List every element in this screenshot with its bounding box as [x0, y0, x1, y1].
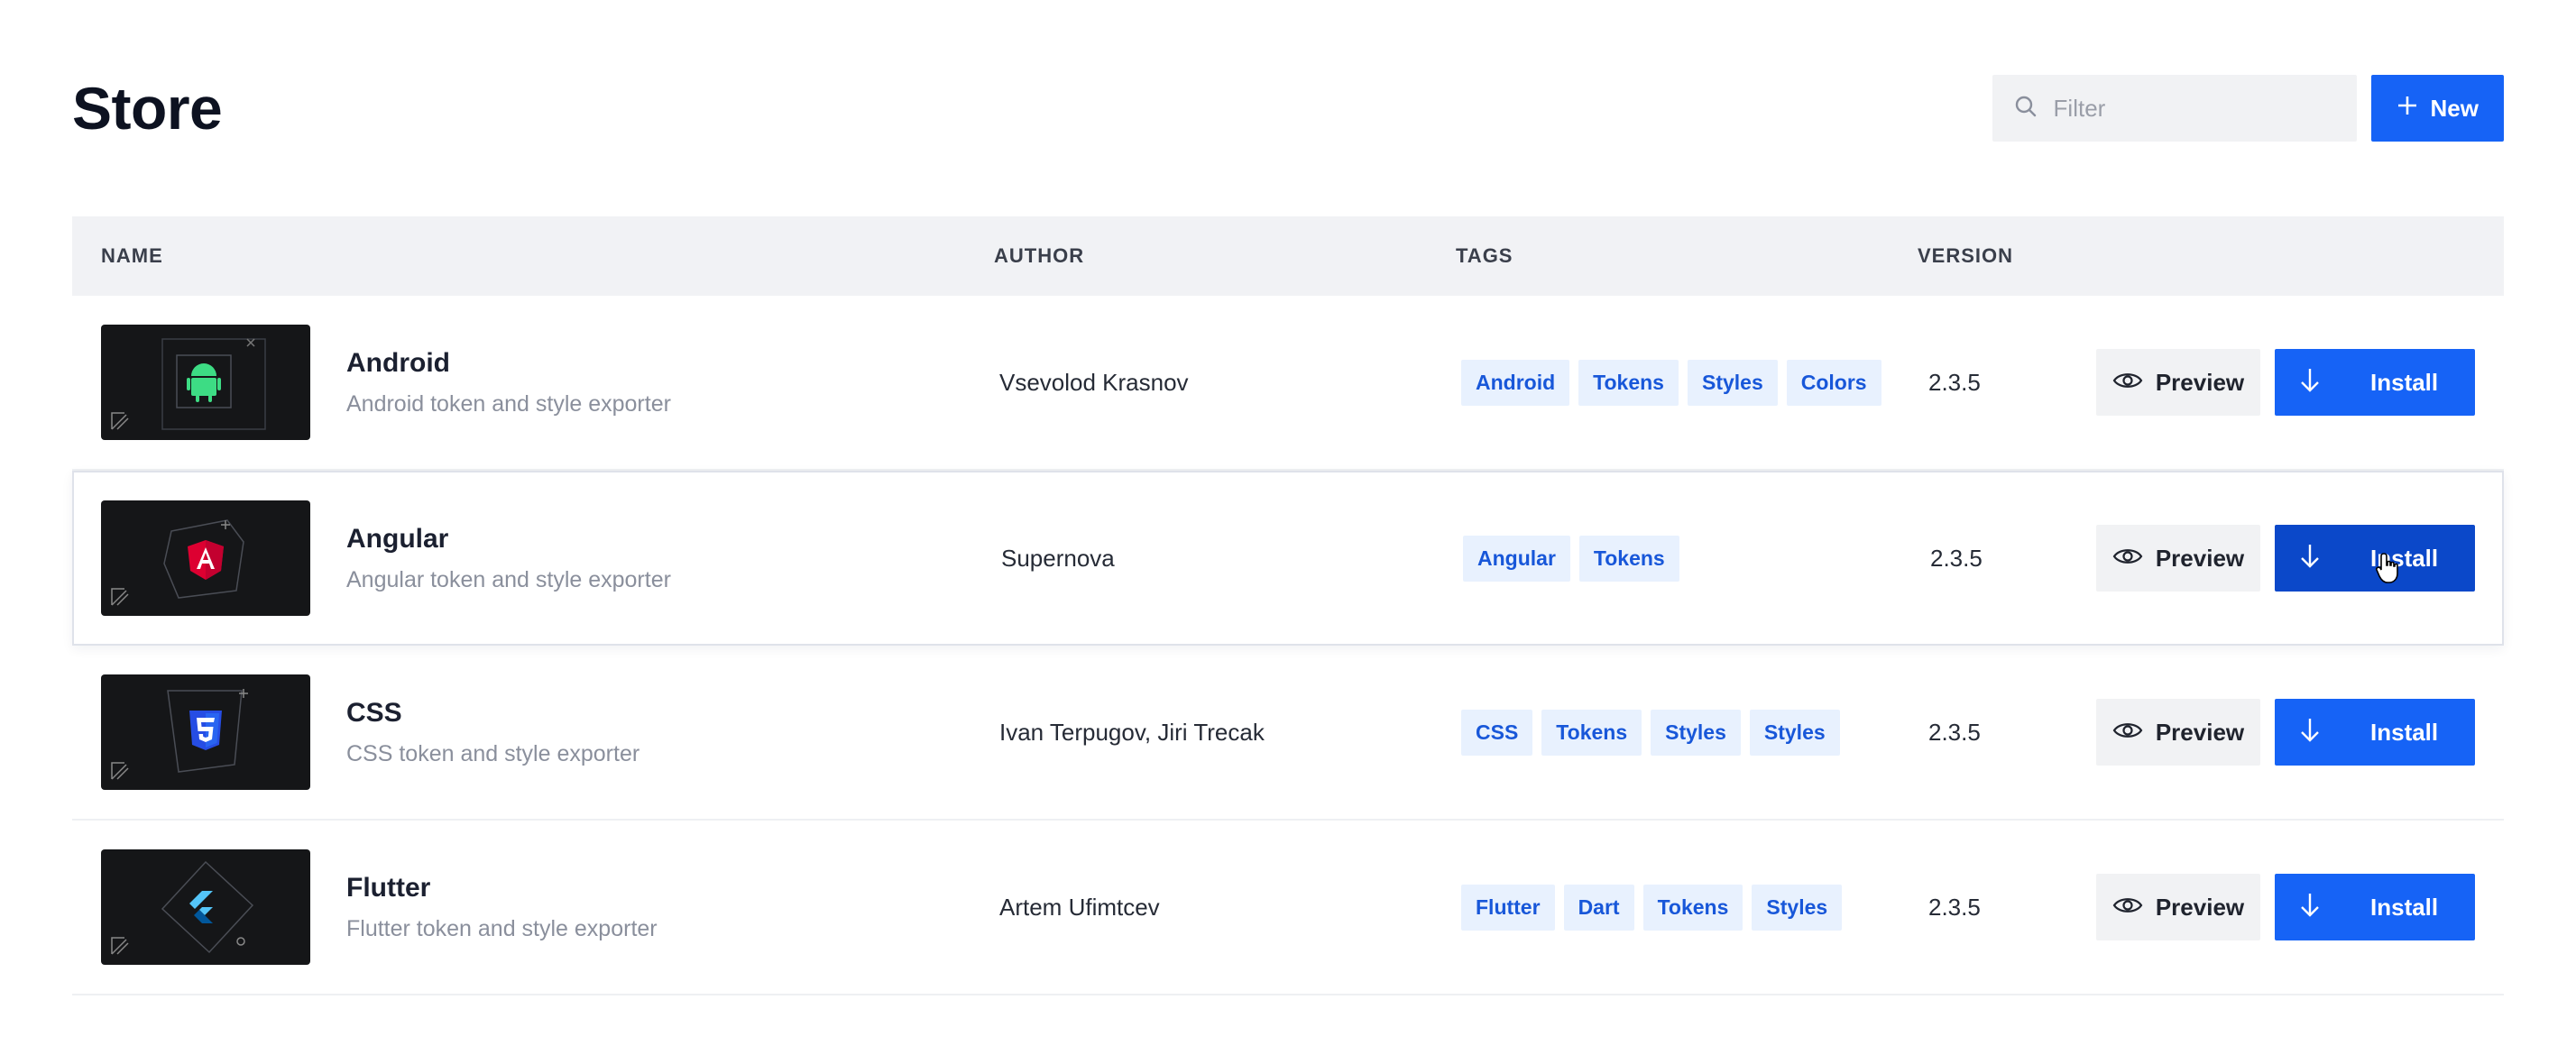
- table-row[interactable]: Flutter Flutter token and style exporter…: [72, 821, 2504, 995]
- tag[interactable]: Styles: [1752, 884, 1843, 931]
- install-button[interactable]: Install: [2275, 525, 2475, 592]
- name-cell: Flutter Flutter token and style exporter: [72, 849, 994, 965]
- name-text: CSS CSS token and style exporter: [346, 698, 639, 767]
- search-icon: [2014, 95, 2038, 123]
- column-header-tags[interactable]: TAGS: [1456, 244, 1918, 268]
- column-header-author[interactable]: AUTHOR: [994, 244, 1456, 268]
- filter-field[interactable]: [1992, 75, 2357, 142]
- hand-cursor-icon: [2376, 552, 2403, 591]
- table-row[interactable]: CSS CSS token and style exporter Ivan Te…: [72, 646, 2504, 821]
- tag[interactable]: Tokens: [1578, 359, 1679, 406]
- exporters-table: NAME AUTHOR TAGS VERSION Android Android…: [72, 216, 2504, 995]
- table-row[interactable]: Angular Angular token and style exporter…: [72, 471, 2504, 646]
- flutter-logo-icon: [189, 891, 213, 923]
- tag[interactable]: Styles: [1687, 359, 1778, 406]
- header-actions: New: [1992, 75, 2504, 142]
- arrow-down-icon: [2300, 717, 2320, 748]
- preview-label: Preview: [2155, 544, 2245, 572]
- version-cell: 2.3.5: [1928, 718, 1981, 746]
- tag[interactable]: Dart: [1563, 884, 1634, 931]
- column-header-name[interactable]: NAME: [72, 244, 994, 268]
- install-button[interactable]: Install: [2275, 874, 2475, 940]
- column-header-version[interactable]: VERSION: [1918, 244, 2071, 268]
- preview-label: Preview: [2155, 718, 2245, 746]
- actions-cell: Preview Install: [2071, 874, 2504, 940]
- name-cell: Android Android token and style exporter: [72, 325, 994, 440]
- new-button-label: New: [2430, 94, 2479, 122]
- preview-label: Preview: [2155, 368, 2245, 396]
- install-button[interactable]: Install: [2275, 699, 2475, 766]
- exporter-description: Flutter token and style exporter: [346, 915, 658, 941]
- tag[interactable]: Tokens: [1642, 884, 1743, 931]
- preview-button[interactable]: Preview: [2096, 699, 2260, 766]
- eye-icon: [2112, 719, 2143, 747]
- table-header: NAME AUTHOR TAGS VERSION: [72, 216, 2504, 296]
- exporter-name[interactable]: Angular: [346, 524, 671, 555]
- angular-logo-icon: [188, 540, 224, 580]
- tags-cell: CSS Tokens Styles Styles: [1456, 709, 1918, 756]
- actions-cell: Preview Install: [2071, 349, 2504, 416]
- exporter-name[interactable]: CSS: [346, 698, 639, 729]
- new-button[interactable]: New: [2370, 75, 2504, 142]
- name-cell: CSS CSS token and style exporter: [72, 674, 994, 790]
- store-page: Store New NAME AUTHOR TAGS VERSION: [0, 0, 2576, 1064]
- actions-cell: Preview Install: [2071, 699, 2504, 766]
- preview-button[interactable]: Preview: [2096, 874, 2260, 940]
- exporter-description: Android token and style exporter: [346, 390, 671, 417]
- preview-button[interactable]: Preview: [2096, 525, 2260, 592]
- exporter-description: Angular token and style exporter: [346, 566, 671, 592]
- arrow-down-icon: [2300, 367, 2320, 399]
- name-cell: Angular Angular token and style exporter: [74, 500, 996, 616]
- exporter-thumbnail: [101, 674, 310, 790]
- version-cell: 2.3.5: [1928, 368, 1981, 396]
- author-cell: Artem Ufimtcev: [999, 893, 1160, 921]
- tag[interactable]: Android: [1461, 359, 1570, 406]
- css3-logo-icon: [189, 711, 222, 750]
- tags-cell: Android Tokens Styles Colors: [1456, 359, 1918, 406]
- install-label: Install: [2370, 893, 2439, 921]
- exporter-description: CSS token and style exporter: [346, 740, 640, 766]
- filter-input[interactable]: [2053, 94, 2324, 123]
- install-label: Install: [2370, 368, 2439, 396]
- preview-label: Preview: [2155, 893, 2245, 921]
- author-cell: Supernova: [1001, 544, 1115, 572]
- table-row[interactable]: Android Android token and style exporter…: [72, 296, 2504, 471]
- name-text: Angular Angular token and style exporter: [346, 524, 671, 593]
- tag[interactable]: Tokens: [1541, 709, 1642, 756]
- exporter-name[interactable]: Flutter: [346, 873, 658, 903]
- page-header: Store New: [72, 72, 2504, 144]
- plus-icon: [2397, 95, 2418, 123]
- preview-button[interactable]: Preview: [2096, 349, 2260, 416]
- tag[interactable]: Flutter: [1461, 884, 1555, 931]
- author-cell: Vsevolod Krasnov: [999, 368, 1189, 396]
- arrow-down-icon: [2300, 543, 2320, 574]
- tag[interactable]: CSS: [1461, 709, 1533, 756]
- page-title: Store: [72, 75, 223, 142]
- name-text: Android Android token and style exporter: [346, 348, 671, 417]
- exporter-thumbnail: [101, 500, 310, 616]
- tag[interactable]: Styles: [1749, 709, 1840, 756]
- tags-cell: Angular Tokens: [1458, 535, 1919, 582]
- tag[interactable]: Styles: [1651, 709, 1741, 756]
- exporter-thumbnail: [101, 325, 310, 440]
- eye-icon: [2112, 545, 2143, 573]
- actions-cell: Preview Install: [2073, 525, 2502, 592]
- install-button[interactable]: Install: [2275, 349, 2475, 416]
- tags-cell: Flutter Dart Tokens Styles: [1456, 884, 1918, 931]
- exporter-name[interactable]: Android: [346, 348, 671, 379]
- install-label: Install: [2370, 718, 2439, 746]
- tag[interactable]: Tokens: [1578, 535, 1679, 582]
- tag[interactable]: Colors: [1786, 359, 1881, 406]
- tag[interactable]: Angular: [1463, 535, 1570, 582]
- android-logo-icon: [187, 363, 221, 402]
- name-text: Flutter Flutter token and style exporter: [346, 873, 658, 942]
- author-cell: Ivan Terpugov, Jiri Trecak: [999, 718, 1265, 746]
- arrow-down-icon: [2300, 892, 2320, 923]
- version-cell: 2.3.5: [1930, 544, 1983, 572]
- eye-icon: [2112, 894, 2143, 922]
- version-cell: 2.3.5: [1928, 893, 1981, 921]
- eye-icon: [2112, 369, 2143, 397]
- exporter-thumbnail: [101, 849, 310, 965]
